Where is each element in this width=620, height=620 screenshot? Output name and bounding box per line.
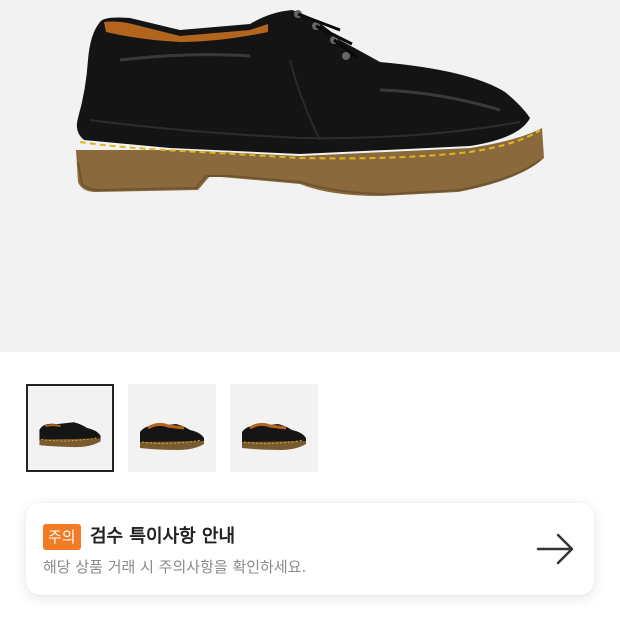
- notice-title: 검수 특이사항 안내: [90, 526, 236, 547]
- product-page: 주의 검수 특이사항 안내 해당 상품 거래 시 주의사항을 확인하세요.: [0, 0, 620, 620]
- thumbnail-list: [26, 384, 318, 472]
- inspection-notice-card[interactable]: 주의 검수 특이사항 안내 해당 상품 거래 시 주의사항을 확인하세요.: [26, 503, 594, 595]
- shoe-thumbnail-icon: [140, 422, 204, 450]
- caution-badge: 주의: [43, 524, 81, 550]
- notice-subtitle: 해당 상품 거래 시 주의사항을 확인하세요.: [43, 558, 307, 576]
- thumbnail-3[interactable]: [230, 384, 318, 472]
- shoe-image-icon: [76, 10, 544, 196]
- thumbnail-1[interactable]: [26, 384, 114, 472]
- thumbnail-2[interactable]: [128, 384, 216, 472]
- shoe-thumbnail-icon: [242, 422, 306, 450]
- shoe-thumbnail-icon: [39, 422, 101, 448]
- product-main-image[interactable]: [0, 0, 620, 352]
- arrow-right-icon[interactable]: [536, 533, 576, 565]
